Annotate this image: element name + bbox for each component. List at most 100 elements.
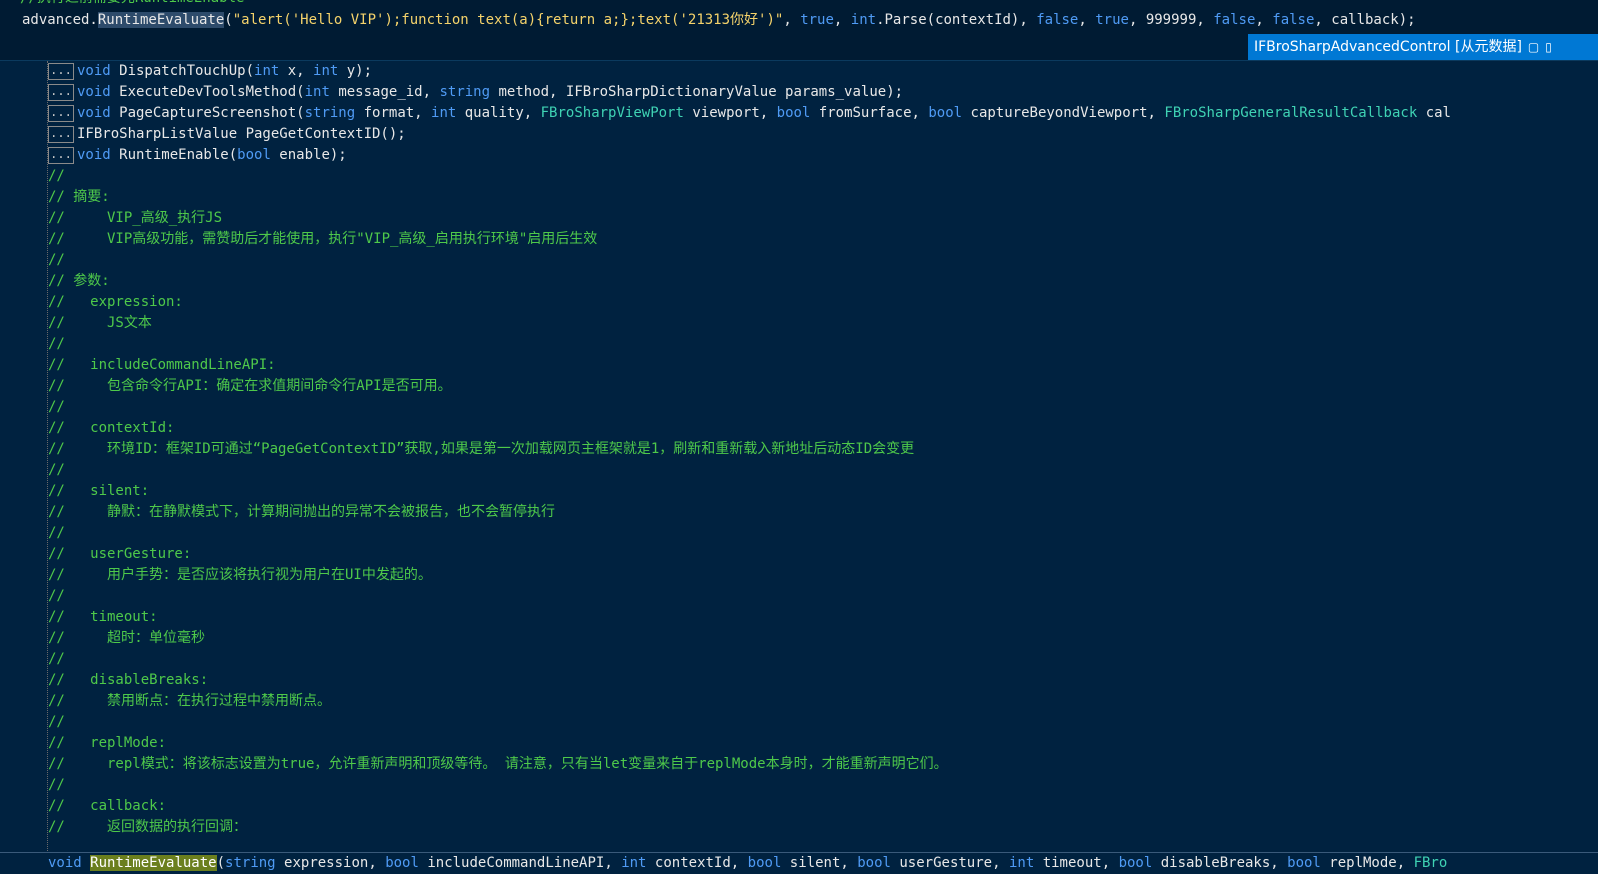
arg-false-2: false [1213,12,1256,28]
sep: , [1019,12,1037,28]
param-name: format, [355,105,432,121]
comment-line: // callback: [48,798,167,814]
arg-callback: callback [1331,12,1399,28]
param-type: bool [1118,855,1153,871]
param-type: bool [776,105,811,121]
param-type: bool [747,855,782,871]
peek-header: //执行之前需要先RuntimeEnable advanced.RuntimeE… [0,0,1598,61]
param-type: int [304,84,330,100]
param-name: viewport, [683,105,777,121]
code-text: IFBroSharpListValue PageGetContextID(); [77,126,406,142]
comment-line: // 参数: [48,273,110,289]
param-name: silent, [781,855,858,871]
param-type: int [1008,855,1035,871]
comment-line: // includeCommandLineAPI: [48,357,276,373]
comment-line: // expression: [48,294,183,310]
param-name: message_id, [329,84,440,100]
metadata-tab-label: IFBroSharpAdvancedControl [从元数据] [1254,39,1522,55]
comment-line: // userGesture: [48,546,192,562]
collapsed-line[interactable]: ... void DispatchTouchUp(int x, int y); [48,61,372,82]
sep: , [1196,12,1214,28]
param-name: method, IFBroSharpDictionaryValue params… [490,84,904,100]
comment-line: // 摘要: [48,189,110,205]
collapse-toggle[interactable]: ... [48,146,74,164]
call-code-line[interactable]: advanced.RuntimeEvaluate("alert('Hello V… [22,10,1416,31]
param-type: bool [857,855,891,871]
comment-line: // [48,651,65,667]
comment-line: // 超时：单位毫秒 [48,630,206,646]
comment-line: // [48,252,65,268]
param-type: string [225,855,276,871]
call-open-paren: ( [224,12,233,28]
comment-line: // [48,714,65,730]
param-name: quality, [456,105,541,121]
signature-params: string expression, bool includeCommandLi… [225,855,1414,871]
code-text: ExecuteDevToolsMethod( [110,84,305,100]
comment-line: // [48,525,65,541]
call-method-name[interactable]: RuntimeEvaluate [97,12,225,28]
collapsed-line[interactable]: ... void ExecuteDevToolsMethod(int messag… [48,82,903,103]
open-paren: ( [216,855,226,871]
signature-content: void RuntimeEvaluate(string expression, … [48,853,1447,873]
sep: , [833,12,851,28]
param-name: fromSurface, [810,105,929,121]
param-name: userGesture, [890,855,1009,871]
param-type: bool [928,105,963,121]
param-name: y); [338,63,373,79]
param-type: FBro [1413,855,1448,871]
param-type: int [313,63,339,79]
folder-icon[interactable]: ▯ [1545,40,1552,54]
sep: , [1255,12,1273,28]
call-js-string: "alert('Hello VIP');function text(a){ret… [232,12,784,28]
param-type: bool [385,855,419,871]
param-type: string [304,105,356,121]
comment-line: // 环境ID：框架ID可通过“PageGetContextID”获取,如果是第… [48,441,915,457]
param-name: expression, [275,855,386,871]
param-name: captureBeyondViewport, [962,105,1165,121]
int-keyword: int [850,12,877,28]
keyword: void [77,84,111,100]
param-name: timeout, [1034,855,1119,871]
comment-line: // VIP_高级_执行JS [48,210,223,226]
comment-line: // [48,462,65,478]
comment-line: // repl模式：将该标志设置为true，允许重新声明和顶级等待。 请注意，只… [48,756,948,772]
comment-line: // [48,336,65,352]
sep: , [1314,12,1332,28]
pin-icon[interactable]: ▢ [1528,40,1539,54]
comment-line: // VIP高级功能，需赞助后才能使用，执行"VIP_高级_启用执行环境"启用后… [48,231,598,247]
code-text: PageCaptureScreenshot( [110,105,305,121]
code-editor[interactable]: ... void DispatchTouchUp(int x, int y); .… [0,61,1598,874]
comment-line: // contextId: [48,420,175,436]
param-type: bool [1287,855,1321,871]
param-type: FBroSharpGeneralResultCallback [1164,105,1418,121]
metadata-tab[interactable]: IFBroSharpAdvancedControl [从元数据] ▢ ▯ [1248,34,1598,60]
param-type: int [621,855,647,871]
signature-line[interactable]: void RuntimeEvaluate(string expression, … [0,852,1598,874]
keyword: void [77,147,111,163]
collapse-toggle[interactable]: ... [48,104,74,122]
collapse-toggle[interactable]: ... [48,62,74,80]
comment-line: // 禁用断点：在执行过程中禁用断点。 [48,693,331,709]
param-name: disableBreaks, [1152,855,1288,871]
param-name: includeCommandLineAPI, [418,855,622,871]
collapse-toggle[interactable]: ... [48,125,74,143]
comment-line: // [48,588,65,604]
comment-line: // [48,777,65,793]
arg-true-1: true [800,12,834,28]
param-name: contextId, [646,855,748,871]
collapsed-line[interactable]: ... IFBroSharpListValue PageGetContextID(… [48,124,406,145]
method-name-highlight[interactable]: RuntimeEvaluate [90,855,217,871]
comment-line: // replMode: [48,735,167,751]
collapse-toggle[interactable]: ... [48,83,74,101]
comment-line: // 包含命令行API：确定在求值期间命令行API是否可用。 [48,378,452,394]
collapsed-line[interactable]: ... void RuntimeEnable(bool enable); [48,145,347,166]
sep: , [1078,12,1096,28]
param-name: enable); [270,147,347,163]
sep: , [1128,12,1146,28]
param-name: cal [1417,105,1451,121]
collapsed-line[interactable]: ... void PageCaptureScreenshot(string for… [48,103,1451,124]
code-text: DispatchTouchUp( [110,63,255,79]
param-name: replMode, [1320,855,1414,871]
comment-line: // disableBreaks: [48,672,209,688]
